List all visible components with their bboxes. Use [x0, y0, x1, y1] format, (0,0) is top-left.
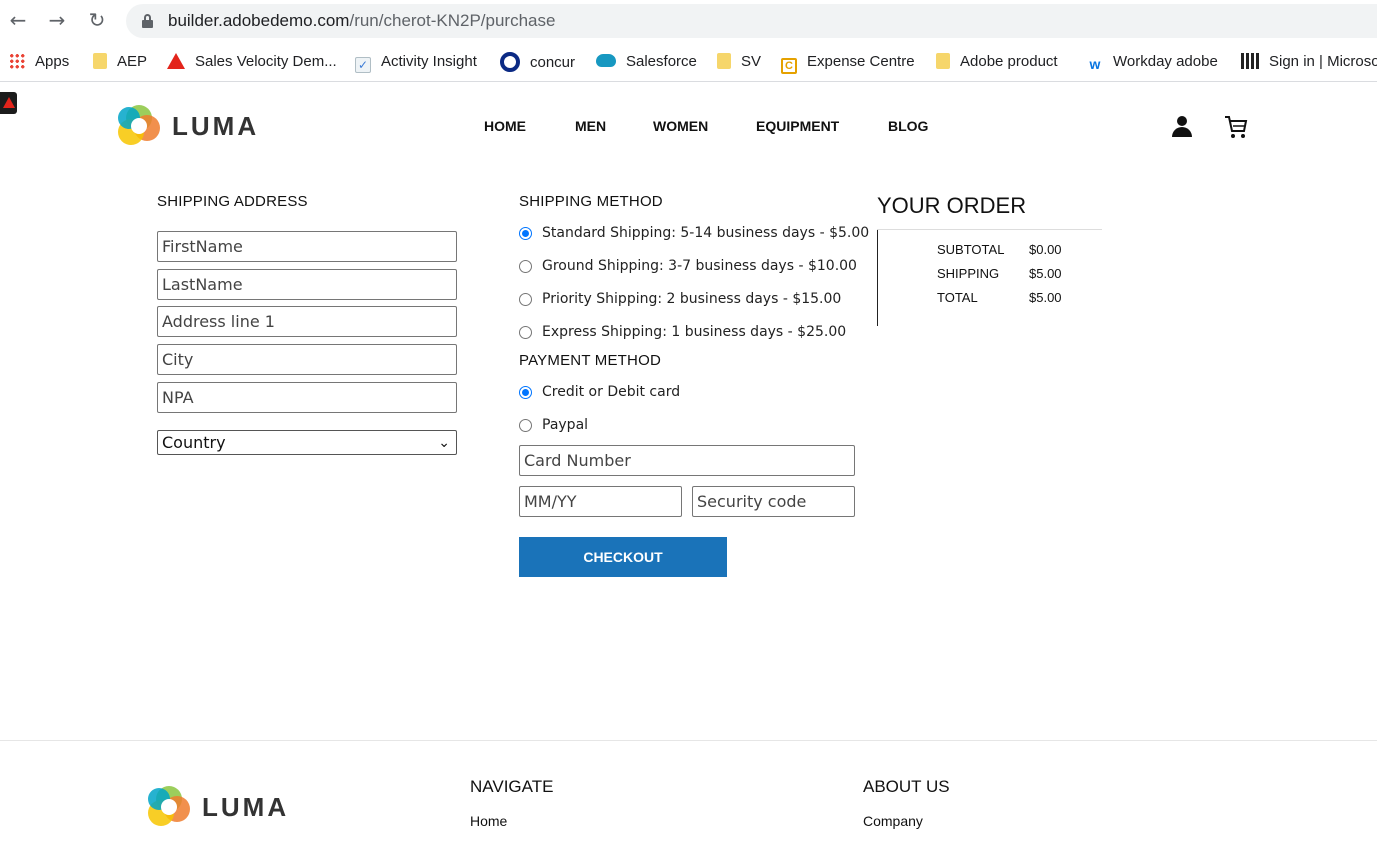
nav-blog[interactable]: BLOG	[888, 118, 928, 134]
order-value: $5.00	[1029, 266, 1062, 281]
country-select[interactable]: Country ⌄	[157, 430, 457, 455]
payment-option-label: Credit or Debit card	[542, 384, 681, 400]
bookmark-adobe-product[interactable]: Adobe product	[936, 52, 1058, 72]
order-value: $5.00	[1029, 290, 1062, 305]
card-number-input[interactable]	[519, 445, 855, 476]
workday-icon: w	[1089, 56, 1101, 72]
bookmark-sales-velocity[interactable]: Sales Velocity Dem...	[167, 52, 337, 72]
bookmark-salesforce[interactable]: Salesforce	[596, 52, 697, 72]
cloud-icon	[596, 54, 616, 67]
luma-logo-icon	[148, 786, 190, 828]
bookmark-activity-insight[interactable]: ✓ Activity Insight	[355, 52, 477, 73]
back-arrow-icon[interactable]: ←	[7, 8, 29, 32]
browser-toolbar: ← → ↻ builder.adobedemo.com/run/cherot-K…	[0, 0, 1377, 42]
folder-icon	[936, 53, 950, 69]
radio-unselected[interactable]	[519, 293, 532, 306]
order-divider	[877, 229, 1102, 230]
bookmark-workday[interactable]: w Workday adobe	[1087, 52, 1218, 72]
security-code-input[interactable]	[692, 486, 855, 517]
city-input[interactable]	[157, 344, 457, 375]
country-select-value: Country	[162, 433, 226, 452]
ring-icon	[500, 52, 520, 72]
forward-arrow-icon[interactable]: →	[46, 8, 68, 32]
bookmark-aep[interactable]: AEP	[93, 52, 147, 72]
address-bar[interactable]: builder.adobedemo.com/run/cherot-KN2P/pu…	[126, 4, 1377, 38]
bookmark-apps[interactable]: Apps	[9, 52, 69, 72]
radio-unselected[interactable]	[519, 419, 532, 432]
reload-icon[interactable]: ↻	[86, 8, 108, 32]
checkout-button[interactable]: CHECKOUT	[519, 537, 727, 577]
order-side-rule	[877, 230, 878, 326]
radio-selected[interactable]	[519, 227, 532, 240]
account-icon[interactable]	[1171, 115, 1193, 139]
first-name-input[interactable]	[157, 231, 457, 262]
order-label: SHIPPING	[937, 266, 1000, 281]
footer-luma-logo[interactable]: LUMA	[148, 786, 288, 828]
nav-home[interactable]: HOME	[484, 118, 526, 134]
order-label: SUBTOTAL	[937, 242, 1005, 257]
nav-women[interactable]: WOMEN	[653, 118, 708, 134]
logo-text: LUMA	[202, 792, 290, 822]
shipping-option-label: Standard Shipping: 5-14 business days - …	[542, 225, 870, 241]
bookmark-concur[interactable]: concur	[500, 52, 575, 72]
last-name-input[interactable]	[157, 269, 457, 300]
footer-link-company[interactable]: Company	[863, 813, 923, 829]
order-row-total: TOTAL $5.00	[937, 290, 1077, 306]
radio-unselected[interactable]	[519, 260, 532, 273]
expense-icon: C	[781, 58, 797, 74]
radio-selected[interactable]	[519, 386, 532, 399]
chevron-down-icon: ⌄	[438, 435, 450, 451]
bookmark-expense-centre[interactable]: C Expense Centre	[781, 52, 915, 74]
shipping-option-label: Express Shipping: 1 business days - $25.…	[542, 324, 847, 340]
order-label: TOTAL	[937, 290, 978, 305]
bookmark-sv[interactable]: SV	[717, 52, 761, 72]
footer-navigate-title: NAVIGATE	[470, 777, 554, 796]
order-title: YOUR ORDER	[877, 193, 1027, 218]
shipping-option-label: Ground Shipping: 3-7 business days - $10…	[542, 258, 857, 274]
apps-grid-icon	[9, 53, 25, 69]
shipping-address-title: SHIPPING ADDRESS	[157, 193, 308, 210]
bookmark-microsoft[interactable]: Sign in | Microso	[1241, 52, 1377, 72]
footer-divider	[0, 740, 1377, 741]
url-text: builder.adobedemo.com/run/cherot-KN2P/pu…	[168, 11, 556, 30]
order-value: $0.00	[1029, 242, 1062, 257]
adobe-extension-icon[interactable]	[0, 92, 17, 114]
npa-input[interactable]	[157, 382, 457, 413]
nav-men[interactable]: MEN	[575, 118, 606, 134]
adobe-icon	[167, 53, 185, 69]
radio-unselected[interactable]	[519, 326, 532, 339]
lock-icon	[142, 14, 153, 28]
footer-link-home[interactable]: Home	[470, 813, 507, 829]
expiry-input[interactable]	[519, 486, 682, 517]
payment-method-title: PAYMENT METHOD	[519, 352, 661, 369]
checkbox-icon: ✓	[355, 57, 371, 73]
bars-icon	[1241, 53, 1259, 69]
cart-icon[interactable]	[1224, 114, 1248, 140]
shipping-option-label: Priority Shipping: 2 business days - $15…	[542, 291, 842, 307]
address-line-input[interactable]	[157, 306, 457, 337]
order-row-shipping: SHIPPING $5.00	[937, 266, 1077, 282]
shipping-method-title: SHIPPING METHOD	[519, 193, 663, 210]
payment-option-label: Paypal	[542, 417, 589, 433]
order-row-subtotal: SUBTOTAL $0.00	[937, 242, 1077, 258]
folder-icon	[93, 53, 107, 69]
footer-about-title: ABOUT US	[863, 777, 950, 796]
nav-equipment[interactable]: EQUIPMENT	[756, 118, 839, 134]
folder-icon	[717, 53, 731, 69]
bookmarks-bar: Apps AEP Sales Velocity Dem... ✓ Activity…	[0, 42, 1377, 82]
